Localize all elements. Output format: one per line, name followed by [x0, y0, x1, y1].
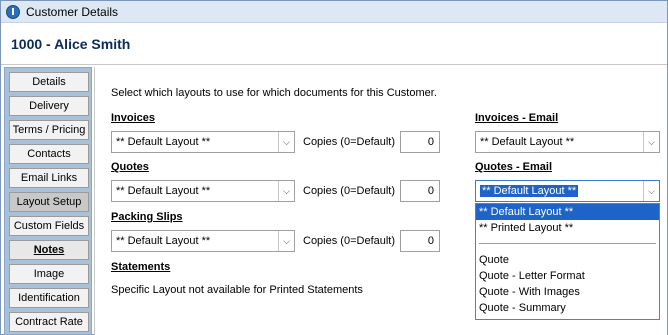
customer-header: 1000 - Alice Smith — [1, 24, 667, 65]
quotes-email-layout-value-wrap: ** Default Layout ** — [480, 185, 643, 197]
chevron-down-icon: ⌵ — [278, 231, 294, 251]
sidebar-item-notes[interactable]: Notes — [9, 240, 89, 260]
customer-details-window: Customer Details 1000 - Alice Smith Deta… — [0, 0, 668, 335]
sidebar-item-layout-setup[interactable]: Layout Setup — [9, 192, 89, 212]
sidebar-item-details[interactable]: Details — [9, 72, 89, 92]
chevron-down-icon: ⌵ — [643, 181, 659, 201]
invoices-email-label: Invoices - Email — [475, 112, 559, 124]
quotes-email-label: Quotes - Email — [475, 161, 553, 173]
window-title: Customer Details — [26, 4, 119, 19]
quotes-layout-value: ** Default Layout ** — [116, 185, 211, 197]
invoices-copies-input[interactable]: 0 — [400, 131, 440, 153]
dropdown-option-default-layout[interactable]: ** Default Layout ** — [476, 204, 659, 220]
intro-text: Select which layouts to use for which do… — [111, 87, 437, 99]
sidebar-item-identification[interactable]: Identification — [9, 288, 89, 308]
quotes-email-layout-select[interactable]: ** Default Layout ** ⌵ — [475, 180, 660, 202]
statements-label: Statements — [111, 261, 171, 273]
sidebar-item-email-links[interactable]: Email Links — [9, 168, 89, 188]
app-power-icon — [6, 4, 20, 19]
chevron-down-icon: ⌵ — [278, 132, 294, 152]
sidebar-item-contacts[interactable]: Contacts — [9, 144, 89, 164]
layout-setup-panel: Select which layouts to use for which do… — [94, 67, 667, 335]
invoices-copies-label: Copies (0=Default) — [303, 136, 396, 148]
sidebar-item-contract-rate[interactable]: Contract Rate — [9, 312, 89, 332]
invoices-layout-value: ** Default Layout ** — [116, 136, 211, 148]
packing-slips-label: Packing Slips — [111, 211, 183, 223]
invoices-label: Invoices — [111, 112, 156, 124]
sidebar-item-image[interactable]: Image — [9, 264, 89, 284]
quotes-copies-label: Copies (0=Default) — [303, 185, 396, 197]
quotes-email-dropdown-list: ** Default Layout ** ** Printed Layout *… — [475, 203, 660, 320]
dropdown-option-printed-layout[interactable]: ** Printed Layout ** — [476, 220, 659, 236]
customer-name: 1000 - Alice Smith — [11, 36, 131, 52]
quotes-layout-select[interactable]: ** Default Layout ** ⌵ — [111, 180, 295, 202]
title-bar: Customer Details — [1, 1, 667, 23]
dropdown-option-quote-summary[interactable]: Quote - Summary — [476, 300, 659, 316]
quotes-copies-input[interactable]: 0 — [400, 180, 440, 202]
dropdown-option-quote[interactable]: Quote — [476, 252, 659, 268]
quotes-email-layout-value: ** Default Layout ** — [480, 185, 579, 197]
packing-slips-layout-select[interactable]: ** Default Layout ** ⌵ — [111, 230, 295, 252]
statements-note: Specific Layout not available for Printe… — [111, 284, 363, 296]
quotes-label: Quotes — [111, 161, 149, 173]
invoices-email-layout-value: ** Default Layout ** — [480, 136, 575, 148]
dropdown-option-quote-with-images[interactable]: Quote - With Images — [476, 284, 659, 300]
sidebar-item-custom-fields[interactable]: Custom Fields — [9, 216, 89, 236]
packing-slips-layout-value: ** Default Layout ** — [116, 235, 211, 247]
chevron-down-icon: ⌵ — [643, 132, 659, 152]
sidebar-item-terms-pricing[interactable]: Terms / Pricing — [9, 120, 89, 140]
dropdown-option-quote-letter-format[interactable]: Quote - Letter Format — [476, 268, 659, 284]
invoices-layout-select[interactable]: ** Default Layout ** ⌵ — [111, 131, 295, 153]
sidebar: Details Delivery Terms / Pricing Contact… — [4, 67, 92, 335]
chevron-down-icon: ⌵ — [278, 181, 294, 201]
packing-slips-copies-label: Copies (0=Default) — [303, 235, 396, 247]
invoices-email-layout-select[interactable]: ** Default Layout ** ⌵ — [475, 131, 660, 153]
packing-slips-copies-input[interactable]: 0 — [400, 230, 440, 252]
sidebar-item-delivery[interactable]: Delivery — [9, 96, 89, 116]
dropdown-separator — [479, 243, 656, 244]
